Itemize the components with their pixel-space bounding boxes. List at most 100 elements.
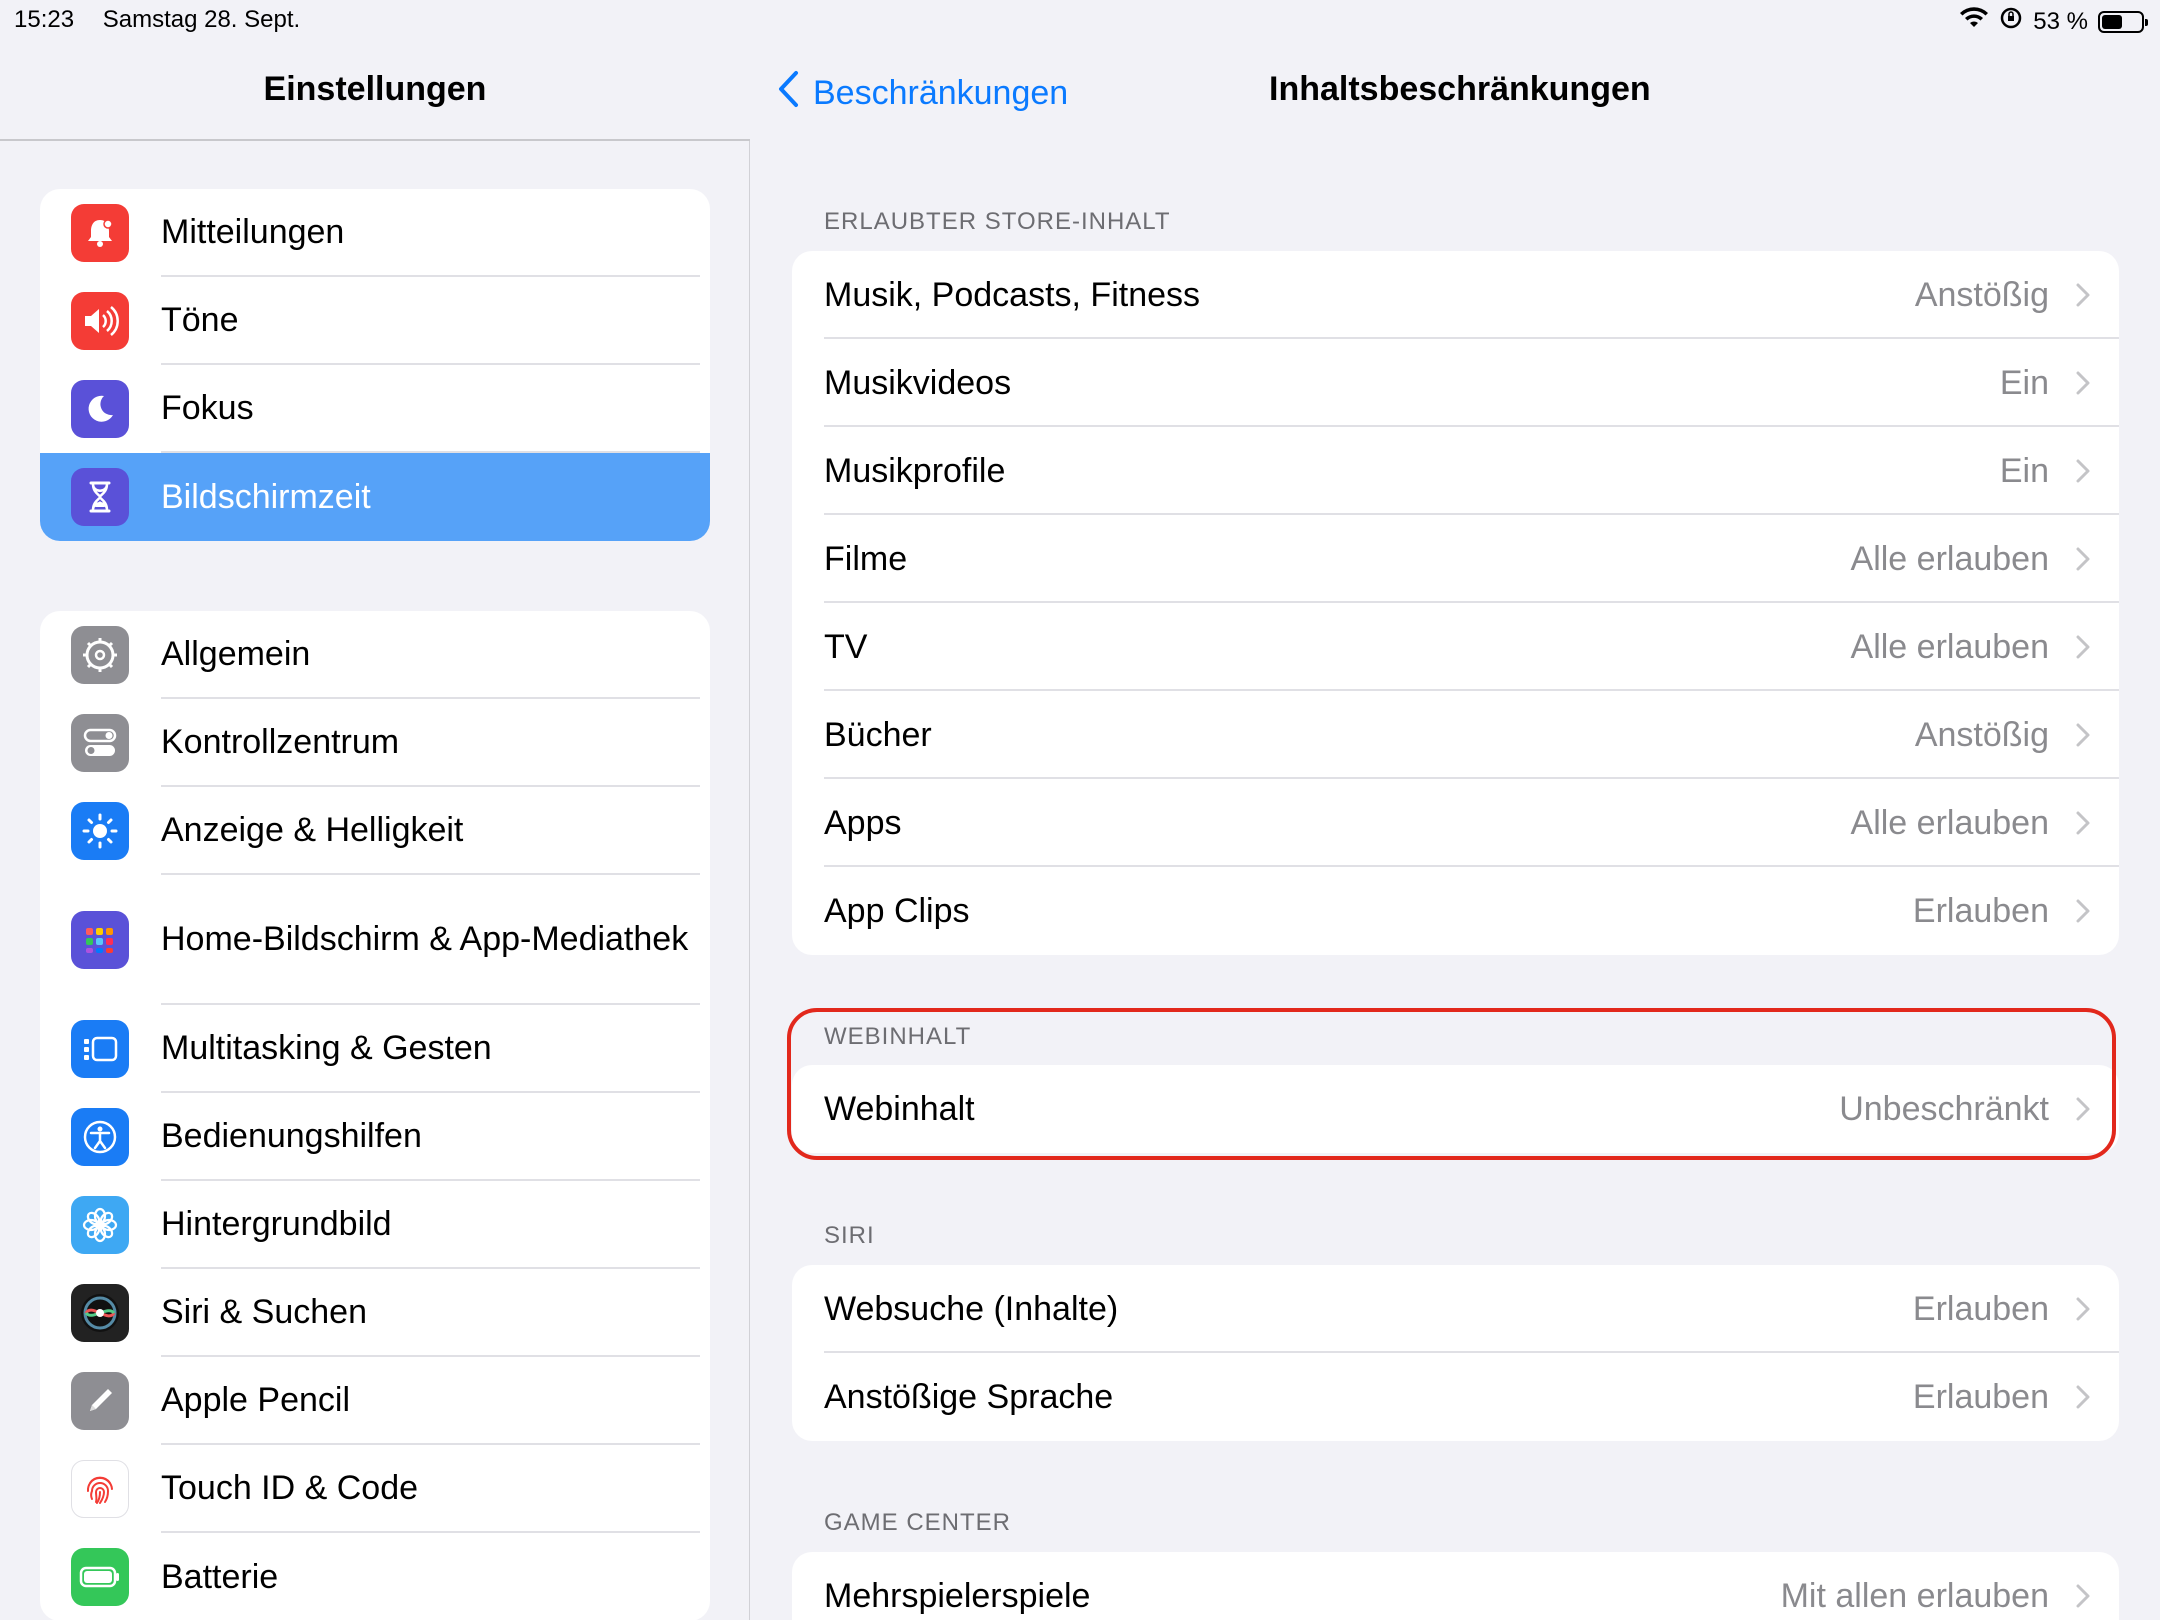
pencil-icon xyxy=(71,1372,129,1430)
sidebar-item-home-bildschirm-app-mediathek[interactable]: Home-Bildschirm & App-Mediathek xyxy=(40,875,710,1005)
setting-row[interactable]: Mehrspielerspiele Mit allen erlauben xyxy=(792,1552,2119,1620)
setting-row[interactable]: Apps Alle erlauben xyxy=(792,779,2119,867)
setting-value: Erlauben xyxy=(1912,1377,2049,1416)
chevron-left-icon xyxy=(777,70,799,117)
sidebar-item-siri-suchen[interactable]: Siri & Suchen xyxy=(40,1269,710,1357)
setting-row[interactable]: App Clips Erlauben xyxy=(792,867,2119,955)
sidebar-title: Einstellungen xyxy=(263,70,487,108)
battery-icon xyxy=(71,1548,129,1606)
sidebar-item-label: Batterie xyxy=(161,1558,279,1596)
sidebar-item-label: Home-Bildschirm & App-Mediathek xyxy=(161,875,700,1005)
setting-row[interactable]: Musikprofile Ein xyxy=(792,427,2119,515)
sidebar-item-fokus[interactable]: Fokus xyxy=(40,365,710,453)
setting-value: Erlauben xyxy=(1912,1289,2049,1328)
sidebar: Einstellungen Mitteilungen Töne Fokus Bilds… xyxy=(0,0,750,1620)
sidebar-item-bedienungshilfen[interactable]: Bedienungshilfen xyxy=(40,1093,710,1181)
setting-value: Mit allen erlauben xyxy=(1780,1576,2049,1615)
gear-icon xyxy=(71,626,129,684)
setting-row[interactable]: Anstößige Sprache Erlauben xyxy=(792,1353,2119,1441)
chevron-right-icon xyxy=(2075,691,2091,779)
setting-value: Erlauben xyxy=(1912,891,2049,930)
sidebar-item-label: Anzeige & Helligkeit xyxy=(161,787,700,875)
settings-group: Webinhalt Unbeschränkt xyxy=(792,1065,2119,1153)
section-header: SIRI xyxy=(824,1222,875,1249)
sidebar-item-label: Multitasking & Gesten xyxy=(161,1005,700,1093)
setting-row[interactable]: Bücher Anstößig xyxy=(792,691,2119,779)
chevron-right-icon xyxy=(2075,1552,2091,1620)
sidebar-item-multitasking-gesten[interactable]: Multitasking & Gesten xyxy=(40,1005,710,1093)
setting-value: Ein xyxy=(1999,451,2049,490)
hourglass-icon xyxy=(71,468,129,526)
sidebar-item-label: Touch ID & Code xyxy=(161,1445,700,1533)
setting-row[interactable]: Webinhalt Unbeschränkt xyxy=(792,1065,2119,1153)
speaker-icon xyxy=(71,292,129,350)
sun-icon xyxy=(71,802,129,860)
chevron-right-icon xyxy=(2075,779,2091,867)
setting-row[interactable]: Musikvideos Ein xyxy=(792,339,2119,427)
bell-icon xyxy=(71,204,129,262)
setting-row[interactable]: Websuche (Inhalte) Erlauben xyxy=(792,1265,2119,1353)
setting-row[interactable]: TV Alle erlauben xyxy=(792,603,2119,691)
settings-group: Websuche (Inhalte) Erlauben Anstößige Spra… xyxy=(792,1265,2119,1441)
chevron-right-icon xyxy=(2075,251,2091,339)
setting-row[interactable]: Musik, Podcasts, Fitness Anstößig xyxy=(792,251,2119,339)
sidebar-group-2: Allgemein Kontrollzentrum Anzeige & Hellig… xyxy=(40,611,710,1620)
sidebar-item-label: Töne xyxy=(161,277,700,365)
back-button[interactable]: Beschränkungen xyxy=(777,70,1068,117)
setting-value: Anstößig xyxy=(1914,715,2049,754)
moon-icon xyxy=(71,380,129,438)
setting-label: App Clips xyxy=(824,891,970,930)
sidebar-item-label: Mitteilungen xyxy=(161,189,700,277)
wifi-icon xyxy=(1959,7,1989,36)
setting-label: Anstößige Sprache xyxy=(824,1377,1114,1416)
sidebar-item-label: Hintergrundbild xyxy=(161,1181,700,1269)
setting-label: Websuche (Inhalte) xyxy=(824,1289,1119,1328)
orientation-lock-icon xyxy=(1999,6,2023,37)
setting-label: Mehrspielerspiele xyxy=(824,1576,1091,1615)
setting-value: Alle erlauben xyxy=(1850,803,2049,842)
setting-label: Webinhalt xyxy=(824,1089,975,1128)
sidebar-item-label: Allgemein xyxy=(161,611,700,699)
multitask-icon xyxy=(71,1020,129,1078)
status-bar: 15:23 Samstag 28. Sept. 53 % xyxy=(0,0,2160,40)
grid-icon xyxy=(71,911,129,969)
page-title: Inhaltsbeschränkungen xyxy=(1269,70,1651,108)
battery-percent: 53 % xyxy=(2033,7,2088,35)
sidebar-item-touch-id-code[interactable]: Touch ID & Code xyxy=(40,1445,710,1533)
detail-pane: Beschränkungen Inhaltsbeschränkungen ERL… xyxy=(751,0,2160,1620)
fingerprint-icon xyxy=(71,1460,129,1518)
setting-label: Bücher xyxy=(824,715,932,754)
sidebar-item-allgemein[interactable]: Allgemein xyxy=(40,611,710,699)
setting-value: Unbeschränkt xyxy=(1839,1089,2049,1128)
sidebar-item-hintergrundbild[interactable]: Hintergrundbild xyxy=(40,1181,710,1269)
sidebar-item-mitteilungen[interactable]: Mitteilungen xyxy=(40,189,710,277)
battery-fill xyxy=(2102,14,2123,29)
sidebar-group-1: Mitteilungen Töne Fokus Bildschirmzeit xyxy=(40,189,710,541)
setting-label: Musikprofile xyxy=(824,451,1006,490)
status-time: 15:23 xyxy=(14,6,75,33)
sidebar-item-label: Fokus xyxy=(161,365,700,453)
setting-value: Alle erlauben xyxy=(1850,627,2049,666)
sidebar-item-kontrollzentrum[interactable]: Kontrollzentrum xyxy=(40,699,710,787)
chevron-right-icon xyxy=(2075,427,2091,515)
sidebar-item-label: Siri & Suchen xyxy=(161,1269,700,1357)
sidebar-item-töne[interactable]: Töne xyxy=(40,277,710,365)
setting-label: Filme xyxy=(824,539,908,578)
chevron-right-icon xyxy=(2075,339,2091,427)
settings-group: Musik, Podcasts, Fitness Anstößig Musikvid… xyxy=(792,251,2119,955)
status-date: Samstag 28. Sept. xyxy=(102,6,301,33)
sidebar-item-label: Kontrollzentrum xyxy=(161,699,700,787)
sidebar-item-bildschirmzeit[interactable]: Bildschirmzeit xyxy=(40,453,710,541)
toggles-icon xyxy=(71,714,129,772)
section-header: ERLAUBTER STORE-INHALT xyxy=(824,208,1171,235)
setting-row[interactable]: Filme Alle erlauben xyxy=(792,515,2119,603)
sidebar-item-anzeige-helligkeit[interactable]: Anzeige & Helligkeit xyxy=(40,787,710,875)
sidebar-item-apple-pencil[interactable]: Apple Pencil xyxy=(40,1357,710,1445)
setting-value: Ein xyxy=(1999,363,2049,402)
setting-value: Anstößig xyxy=(1914,275,2049,314)
accessibility-icon xyxy=(71,1108,129,1166)
sidebar-item-batterie[interactable]: Batterie xyxy=(40,1533,710,1620)
flower-icon xyxy=(71,1196,129,1254)
settings-group: Mehrspielerspiele Mit allen erlauben xyxy=(792,1552,2119,1620)
chevron-right-icon xyxy=(2075,603,2091,691)
